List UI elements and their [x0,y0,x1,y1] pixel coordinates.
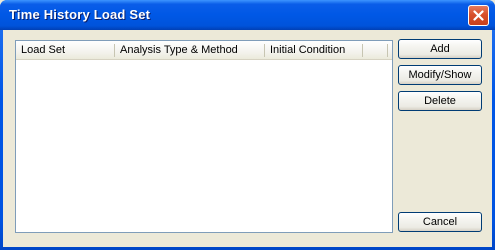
close-button[interactable] [468,5,489,26]
column-header-empty[interactable] [363,41,388,60]
modify-show-button[interactable]: Modify/Show [398,65,482,85]
dialog-window: Time History Load Set Load Set Analysis … [0,0,495,250]
cancel-button[interactable]: Cancel [398,212,482,232]
list-body[interactable] [16,61,392,232]
window-title: Time History Load Set [9,7,151,22]
delete-button[interactable]: Delete [398,91,482,111]
dialog-body: Load Set Analysis Type & Method Initial … [3,30,492,247]
column-header-analysis-type[interactable]: Analysis Type & Method [115,41,265,60]
column-header-initial-condition[interactable]: Initial Condition [265,41,363,60]
list-header: Load Set Analysis Type & Method Initial … [16,41,392,60]
close-icon [473,10,484,21]
title-bar[interactable]: Time History Load Set [0,0,495,30]
load-set-list[interactable]: Load Set Analysis Type & Method Initial … [15,40,393,233]
column-header-load-set[interactable]: Load Set [16,41,115,60]
add-button[interactable]: Add [398,39,482,59]
